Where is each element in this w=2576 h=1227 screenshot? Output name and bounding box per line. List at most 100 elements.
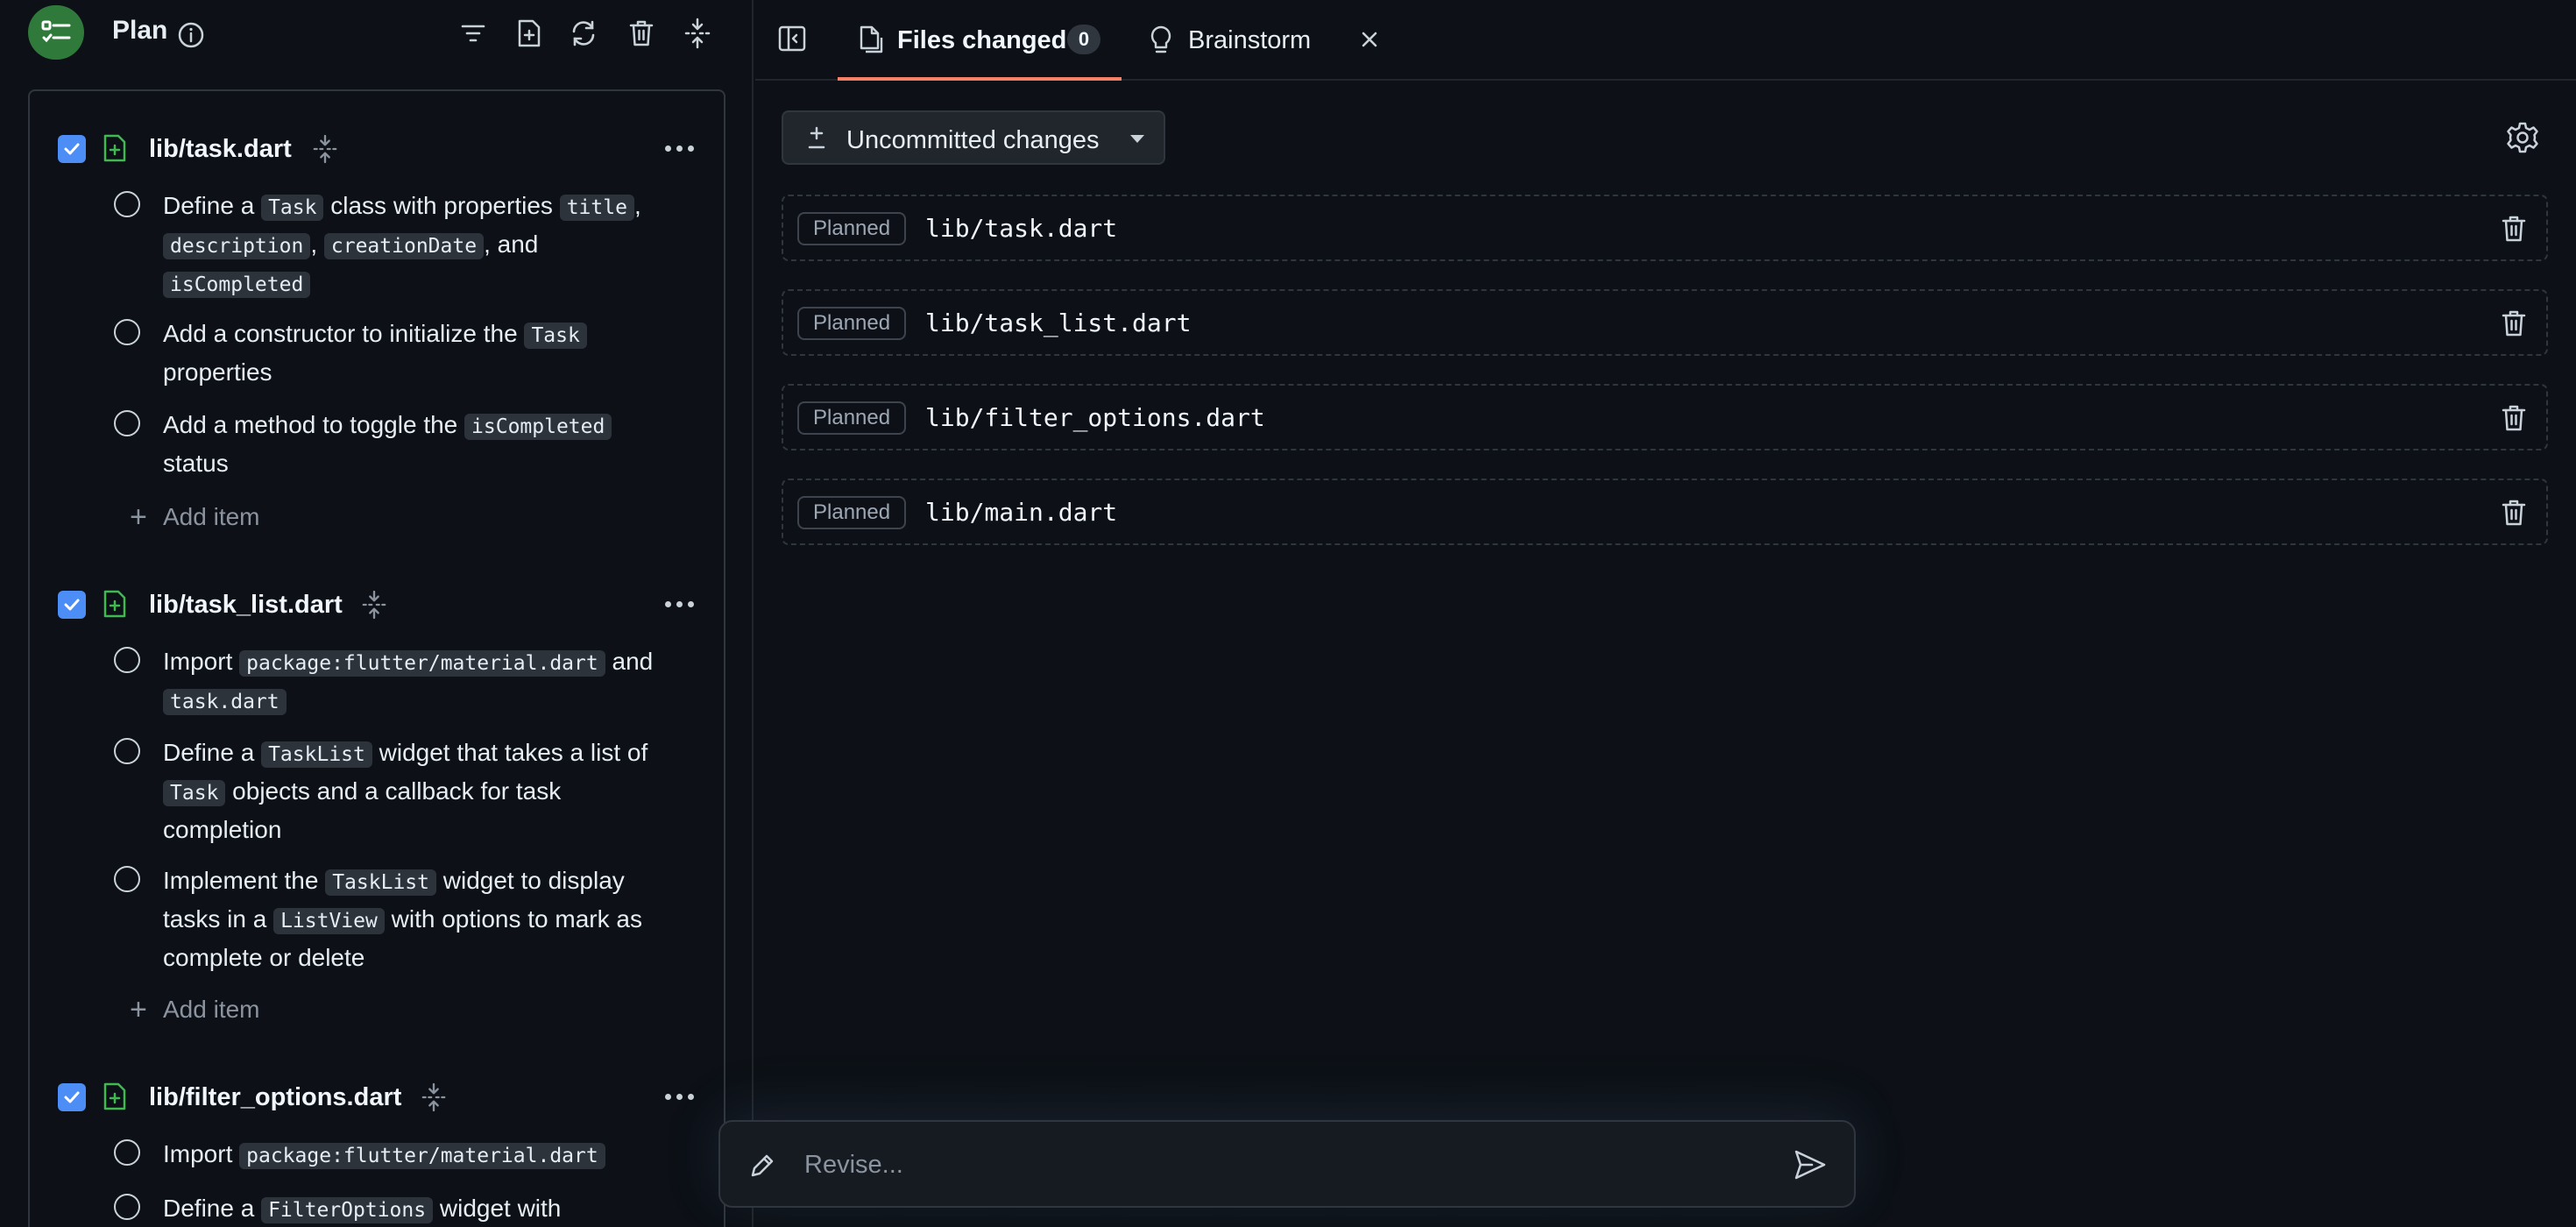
item-text: Import package:flutter/material.dart and…	[163, 643, 654, 720]
changed-file-row[interactable]: Planned lib/filter_options.dart	[782, 384, 2548, 450]
more-options-icon[interactable]	[665, 601, 694, 607]
tab-brainstorm[interactable]: Brainstorm	[1139, 0, 1402, 81]
inline-code: title	[559, 195, 634, 221]
text-segment: widget that takes a list of	[372, 739, 648, 766]
text-segment: Add a constructor to initialize the	[163, 320, 525, 347]
more-options-icon[interactable]	[665, 1094, 694, 1100]
item-radio[interactable]	[114, 319, 140, 345]
add-file-icon[interactable]	[513, 18, 545, 49]
changed-file-row[interactable]: Planned lib/task_list.dart	[782, 289, 2548, 356]
add-item-button[interactable]: + Add item	[114, 992, 464, 1027]
text-segment: Define a	[163, 739, 262, 766]
item-radio[interactable]	[114, 191, 140, 217]
add-item-label: Add item	[163, 996, 260, 1023]
diff-icon	[804, 124, 829, 157]
text-segment: ,	[633, 192, 641, 219]
trash-icon[interactable]	[2501, 309, 2527, 343]
text-segment: Define a	[163, 192, 262, 219]
trash-icon[interactable]	[2501, 214, 2527, 248]
trash-icon[interactable]	[626, 18, 657, 49]
text-segment: , and	[484, 231, 539, 258]
item-radio[interactable]	[114, 1139, 140, 1166]
changes-panel: Files changed 0 Brainstorm Uncommitted c…	[755, 0, 2576, 1227]
text-segment: Import	[163, 648, 240, 675]
section-checkbox[interactable]	[58, 1083, 86, 1111]
filter-icon[interactable]	[457, 18, 489, 49]
planned-badge: Planned	[797, 496, 907, 529]
inline-code: FilterOptions	[261, 1197, 434, 1223]
add-item-button[interactable]: + Add item	[114, 500, 464, 535]
section-file-name[interactable]: lib/task.dart	[149, 135, 292, 164]
section-checkbox[interactable]	[58, 135, 86, 163]
item-text: Import package:flutter/material.dart	[163, 1136, 654, 1174]
lightbulb-icon	[1148, 25, 1174, 60]
collapse-icon[interactable]	[421, 1082, 447, 1117]
item-radio[interactable]	[114, 1194, 140, 1220]
more-options-icon[interactable]	[665, 145, 694, 152]
file-path: lib/task.dart	[925, 214, 1118, 243]
plan-section-header: lib/task_list.dart	[30, 582, 724, 626]
text-segment: Import	[163, 1140, 240, 1167]
item-radio[interactable]	[114, 866, 140, 892]
files-icon	[857, 25, 885, 59]
plan-section-header: lib/task.dart	[30, 126, 724, 170]
inline-code: package:flutter/material.dart	[239, 1143, 605, 1169]
collapse-icon[interactable]	[361, 589, 387, 625]
trash-icon[interactable]	[2501, 498, 2527, 532]
text-segment: widget with	[433, 1195, 562, 1222]
inline-code: isCompleted	[163, 272, 311, 298]
dropdown-label: Uncommitted changes	[846, 126, 1100, 154]
changed-file-row[interactable]: Planned lib/task.dart	[782, 195, 2548, 261]
plan-section-header: lib/filter_options.dart	[30, 1075, 724, 1118]
inline-code: package:flutter/material.dart	[239, 650, 605, 677]
file-path: lib/main.dart	[925, 498, 1118, 527]
text-segment: Add a method to toggle the	[163, 411, 465, 438]
inline-code: task.dart	[163, 689, 287, 715]
item-radio[interactable]	[114, 738, 140, 764]
file-path: lib/task_list.dart	[925, 309, 1192, 337]
inline-code: description	[163, 233, 311, 259]
inline-code: TaskList	[325, 869, 436, 896]
inline-code: Task	[524, 323, 587, 349]
revise-input[interactable]	[804, 1143, 1751, 1187]
checklist-app-icon[interactable]	[28, 5, 84, 60]
inline-code: creationDate	[323, 233, 485, 259]
plus-icon: +	[130, 500, 147, 534]
collapse-all-icon[interactable]	[682, 18, 713, 49]
revise-bar	[718, 1120, 1856, 1208]
sidebar-toggle-icon[interactable]	[776, 23, 808, 59]
text-segment: properties	[163, 358, 272, 386]
tab-files-changed[interactable]: Files changed 0	[838, 0, 1122, 81]
inline-code: Task	[163, 780, 226, 806]
item-text: Define a TaskList widget that takes a li…	[163, 734, 654, 848]
text-segment: Implement the	[163, 867, 326, 894]
text-segment: class with properties	[323, 192, 560, 219]
gear-icon[interactable]	[2506, 121, 2539, 159]
planned-badge: Planned	[797, 307, 907, 340]
item-radio[interactable]	[114, 647, 140, 673]
item-text: Add a constructor to initialize the Task…	[163, 316, 654, 391]
text-segment: Define a	[163, 1195, 262, 1222]
send-icon[interactable]	[1793, 1148, 1828, 1186]
changed-file-row[interactable]: Planned lib/main.dart	[782, 479, 2548, 545]
count-badge: 0	[1067, 25, 1100, 54]
section-checkbox[interactable]	[58, 591, 86, 619]
collapse-icon[interactable]	[312, 133, 338, 169]
close-icon[interactable]	[1355, 25, 1384, 59]
file-path: lib/filter_options.dart	[925, 403, 1265, 432]
file-added-icon	[102, 589, 128, 623]
item-text: Implement the TaskList widget to display…	[163, 862, 654, 976]
uncommitted-changes-dropdown[interactable]: Uncommitted changes	[782, 110, 1165, 165]
info-icon[interactable]	[177, 21, 205, 53]
section-file-name[interactable]: lib/task_list.dart	[149, 591, 343, 620]
add-item-label: Add item	[163, 503, 260, 530]
text-segment: status	[163, 450, 229, 477]
item-radio[interactable]	[114, 410, 140, 436]
item-text: Define a FilterOptions widget with	[163, 1190, 654, 1227]
inline-code: isCompleted	[464, 414, 612, 440]
refresh-icon[interactable]	[568, 18, 599, 49]
tab-label: Brainstorm	[1188, 26, 1312, 54]
section-file-name[interactable]: lib/filter_options.dart	[149, 1083, 401, 1112]
inline-code: Task	[261, 195, 324, 221]
trash-icon[interactable]	[2501, 403, 2527, 437]
